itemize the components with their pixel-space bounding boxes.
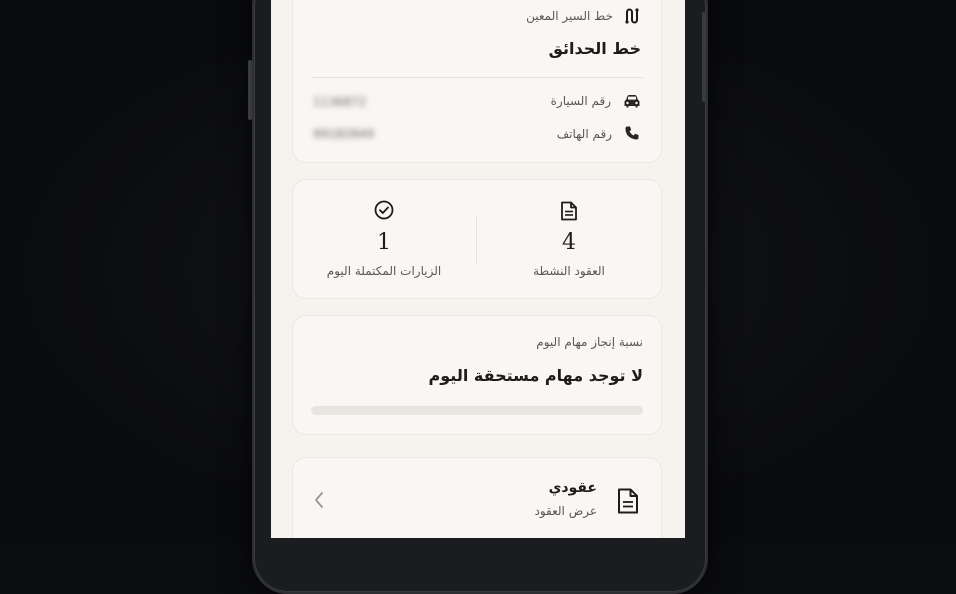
- contracts-title-row: عقودي: [549, 480, 597, 496]
- car-icon: [623, 93, 641, 109]
- completed-visits-count: 1: [377, 230, 391, 255]
- document-icon: [560, 201, 578, 221]
- active-contracts-count: 4: [562, 230, 576, 255]
- vehicle-label: رقم السيارة: [550, 94, 611, 108]
- phone-side-button: [248, 60, 252, 120]
- tasks-status-row: لا توجد مهام مستحقة اليوم: [429, 366, 643, 385]
- tasks-label-row: نسبة إنجاز مهام اليوم: [536, 335, 643, 349]
- stats-divider: [476, 216, 477, 264]
- tasks-progress-label: نسبة إنجاز مهام اليوم: [536, 335, 643, 349]
- contracts-title: عقودي: [548, 480, 597, 496]
- phone-value-row: 99182849: [313, 127, 374, 141]
- check-circle-icon: [374, 200, 394, 220]
- route-name: خط الحدائق: [548, 39, 641, 58]
- active-contracts-label: العقود النشطة: [533, 264, 605, 278]
- my-contracts-card[interactable]: عقودي عرض العقود: [292, 457, 662, 538]
- phone-label-row: رقم الهاتف: [557, 125, 641, 142]
- phone-number: 99182849: [313, 127, 375, 141]
- completed-visits-label: الزيارات المكتملة اليوم: [326, 264, 442, 278]
- contracts-subtitle-row: عرض العقود: [535, 504, 598, 518]
- route-label: خط السير المعين: [526, 9, 613, 23]
- vehicle-number: 1136872: [313, 95, 367, 109]
- chevron-left-icon[interactable]: [313, 491, 325, 509]
- route-label-row: خط السير المعين: [526, 7, 641, 25]
- tasks-status: لا توجد مهام مستحقة اليوم: [428, 366, 643, 385]
- contracts-subtitle: عرض العقود: [534, 504, 598, 518]
- info-divider: [311, 77, 643, 78]
- route-icon: [623, 7, 641, 25]
- tasks-progress-bar: [311, 406, 643, 415]
- vehicle-label-row: رقم السيارة: [551, 93, 641, 109]
- vehicle-value-row: 1136872: [313, 95, 366, 109]
- phone-label: رقم الهاتف: [556, 126, 612, 141]
- stats-card: 4 العقود النشطة 1 الزيارات المكتملة اليو…: [292, 179, 662, 299]
- app-screen: خط السير المعين خط الحدائق رقم السيارة 1…: [271, 0, 685, 538]
- phone-power-button: [702, 12, 706, 102]
- driver-info-card: خط السير المعين خط الحدائق رقم السيارة 1…: [292, 0, 662, 163]
- tasks-progress-card: نسبة إنجاز مهام اليوم لا توجد مهام مستحق…: [292, 315, 662, 435]
- route-name-row: خط الحدائق: [549, 39, 641, 58]
- document-icon: [617, 488, 639, 514]
- phone-icon: [624, 125, 641, 142]
